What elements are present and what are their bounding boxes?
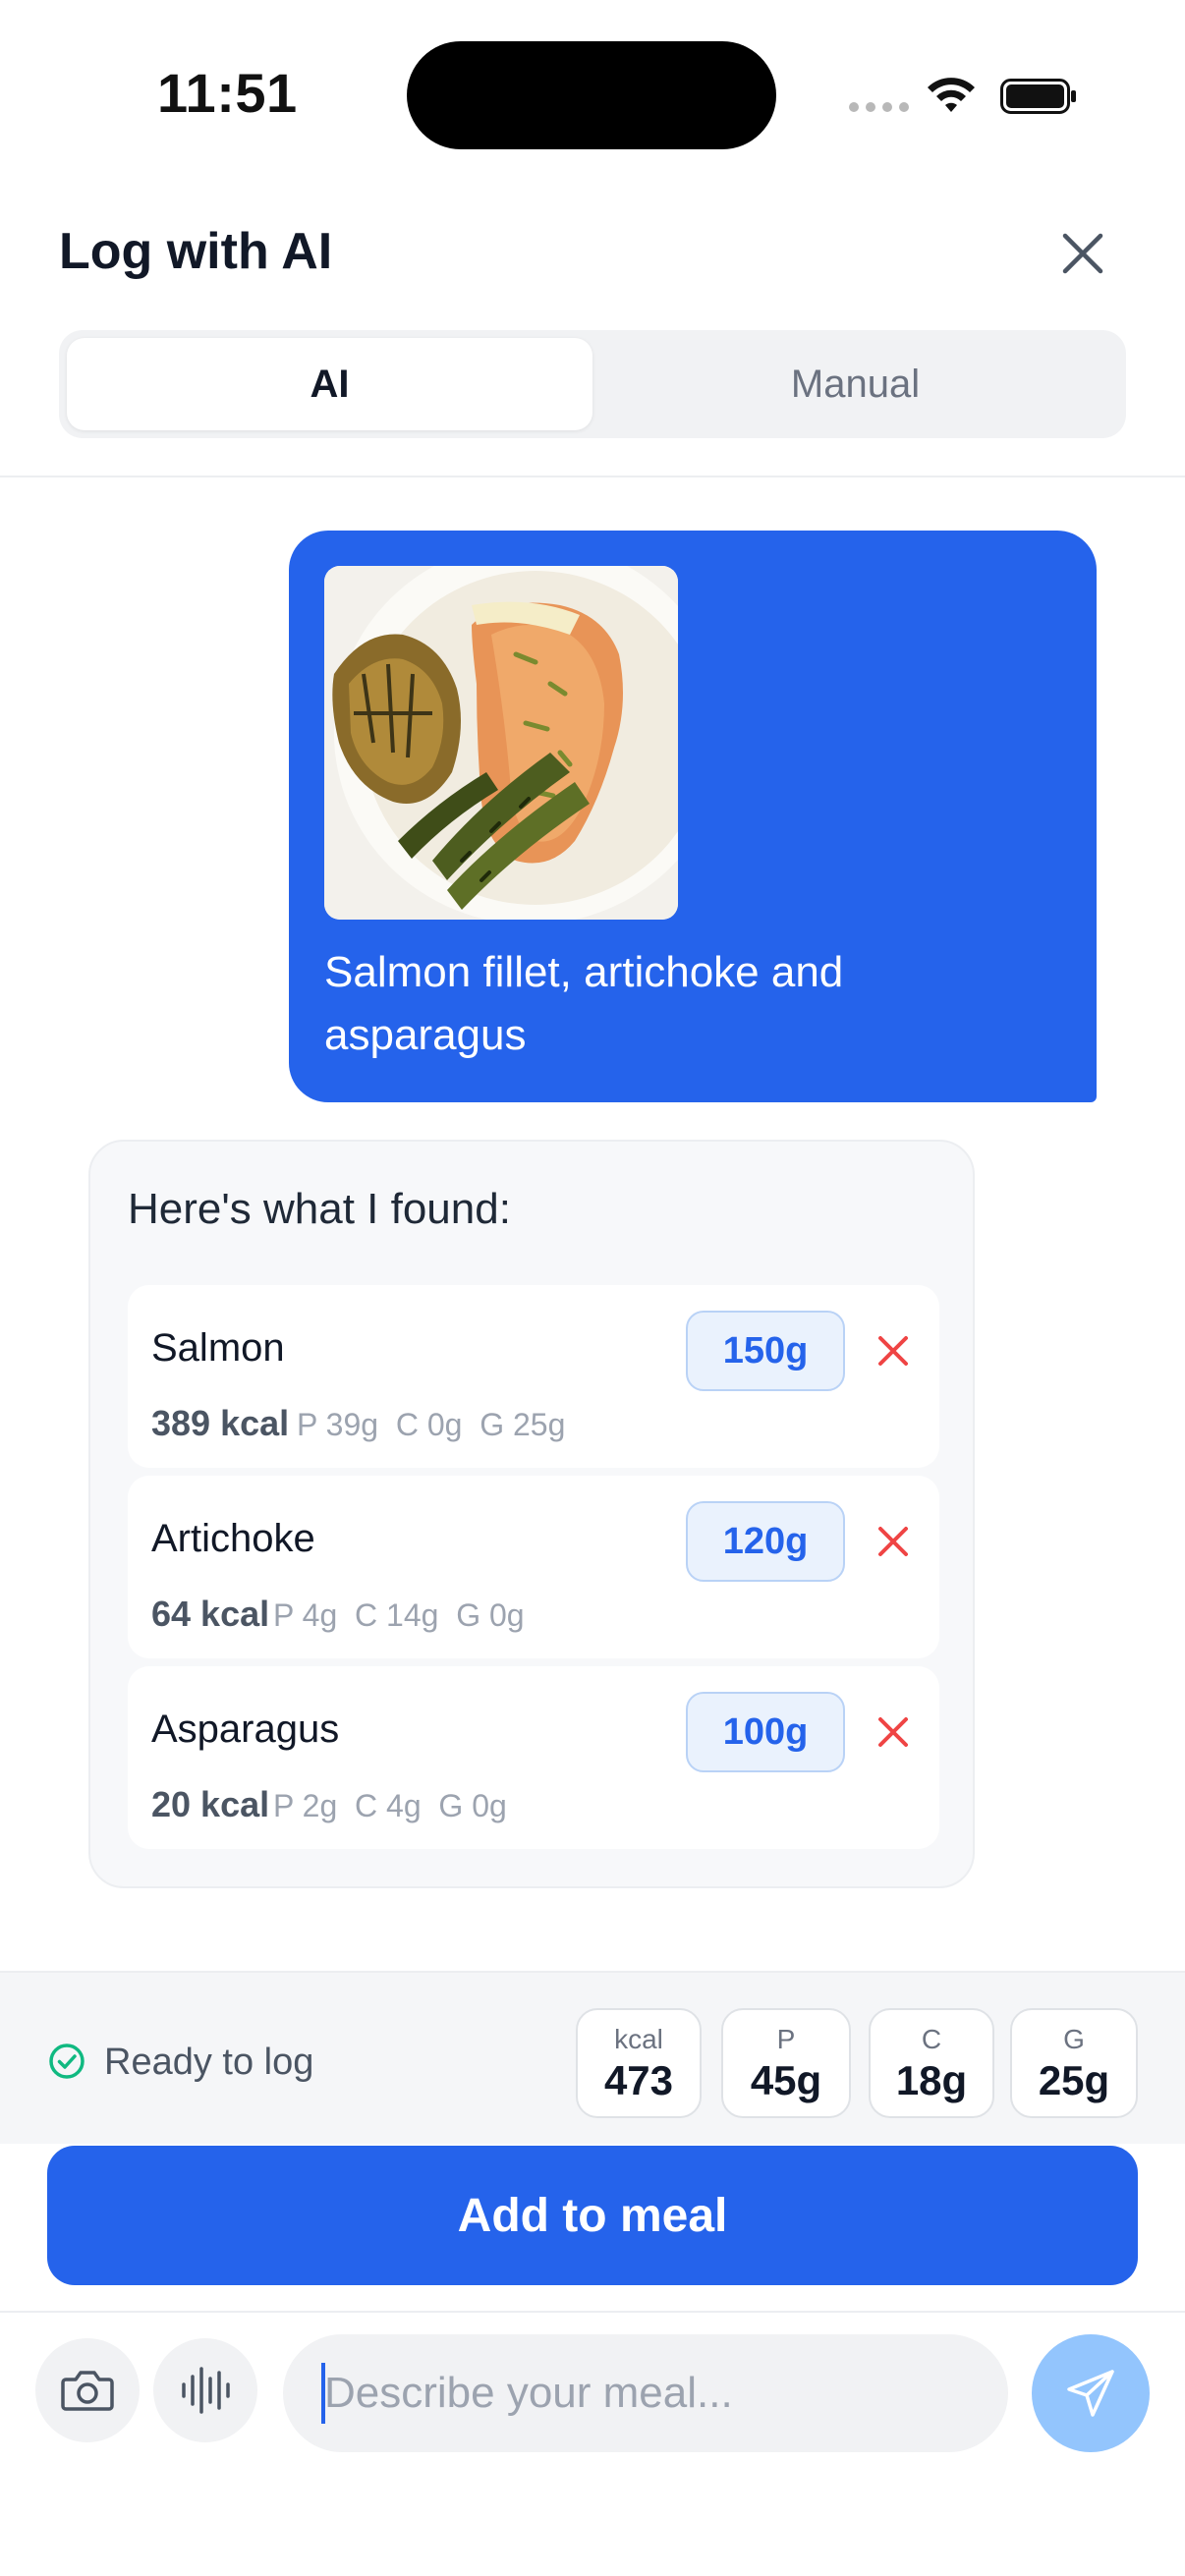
ai-response-heading: Here's what I found: xyxy=(128,1185,511,1233)
food-macros: P 2g C 4g G 0g xyxy=(273,1788,507,1823)
tab-manual[interactable]: Manual xyxy=(592,338,1118,430)
stat-label: C xyxy=(921,2024,942,2054)
ready-status: Ready to log xyxy=(104,2042,314,2083)
food-item-asparagus: Asparagus 100g 20 kcal P 2g C 4g G 0g xyxy=(128,1666,939,1849)
remove-item-button[interactable] xyxy=(867,1706,920,1759)
audio-waveform-icon xyxy=(182,2367,230,2414)
ai-response-card: Here's what I found: Salmon 150g 389 kca… xyxy=(88,1140,975,1888)
food-item-salmon: Salmon 150g 389 kcal P 39g C 0g G 25g xyxy=(128,1285,939,1468)
send-button[interactable] xyxy=(1032,2334,1150,2452)
meal-photo[interactable] xyxy=(324,566,678,920)
meal-description-input[interactable] xyxy=(283,2334,1008,2452)
page-title: Log with AI xyxy=(59,223,333,280)
food-kcal: 64 kcal xyxy=(151,1594,270,1634)
stat-kcal: kcal 473 xyxy=(576,2008,702,2118)
nutrition-summary-bar: Ready to log kcal 473 P 45g C 18g G 25g xyxy=(0,1971,1185,2144)
grams-button[interactable]: 150g xyxy=(686,1311,845,1391)
food-item-artichoke: Artichoke 120g 64 kcal P 4g C 14g G 0g xyxy=(128,1476,939,1658)
remove-icon xyxy=(878,1527,908,1556)
stat-protein: P 45g xyxy=(721,2008,851,2118)
food-kcal: 20 kcal xyxy=(151,1784,270,1824)
user-message-text: Salmon fillet, artichoke and asparagus xyxy=(324,948,844,1059)
user-message-bubble: Salmon fillet, artichoke and asparagus xyxy=(289,531,1097,1102)
food-macros: P 39g C 0g G 25g xyxy=(297,1407,566,1442)
stat-carbs: C 18g xyxy=(869,2008,994,2118)
camera-button[interactable] xyxy=(35,2338,140,2442)
food-macros: P 4g C 14g G 0g xyxy=(273,1597,525,1633)
cellular-signal-icon xyxy=(849,102,909,112)
stat-value: 45g xyxy=(750,2057,822,2103)
remove-icon xyxy=(878,1717,908,1747)
wifi-icon xyxy=(928,78,975,112)
mode-segmented-control: AI Manual xyxy=(59,330,1126,438)
remove-icon xyxy=(878,1336,908,1366)
stat-value: 25g xyxy=(1038,2057,1110,2103)
dynamic-island xyxy=(407,41,776,149)
header-divider xyxy=(0,476,1185,477)
stat-label: kcal xyxy=(614,2024,663,2054)
battery-icon xyxy=(1000,79,1076,114)
stat-label: P xyxy=(776,2024,796,2054)
status-time: 11:51 xyxy=(157,62,298,124)
send-icon xyxy=(1067,2370,1114,2417)
remove-item-button[interactable] xyxy=(867,1324,920,1377)
remove-item-button[interactable] xyxy=(867,1515,920,1568)
food-name: Artichoke xyxy=(151,1517,315,1560)
food-name: Asparagus xyxy=(151,1708,340,1751)
grams-button[interactable]: 100g xyxy=(686,1692,845,1772)
stat-fat: G 25g xyxy=(1010,2008,1138,2118)
text-caret xyxy=(321,2363,325,2424)
grams-button[interactable]: 120g xyxy=(686,1501,845,1582)
food-name: Salmon xyxy=(151,1326,285,1370)
meal-photo-illustration xyxy=(324,566,678,920)
camera-icon xyxy=(61,2371,114,2411)
stat-label: G xyxy=(1063,2024,1085,2054)
stat-value: 473 xyxy=(603,2057,674,2103)
close-button[interactable] xyxy=(1051,222,1114,285)
tab-ai[interactable]: AI xyxy=(67,338,592,430)
composer-divider xyxy=(0,2311,1185,2313)
food-kcal: 389 kcal xyxy=(151,1403,290,1443)
voice-button[interactable] xyxy=(153,2338,257,2442)
stat-value: 18g xyxy=(895,2057,968,2103)
close-icon xyxy=(1062,233,1103,274)
add-to-meal-button[interactable]: Add to meal xyxy=(47,2146,1138,2285)
check-circle-icon xyxy=(49,2044,85,2079)
